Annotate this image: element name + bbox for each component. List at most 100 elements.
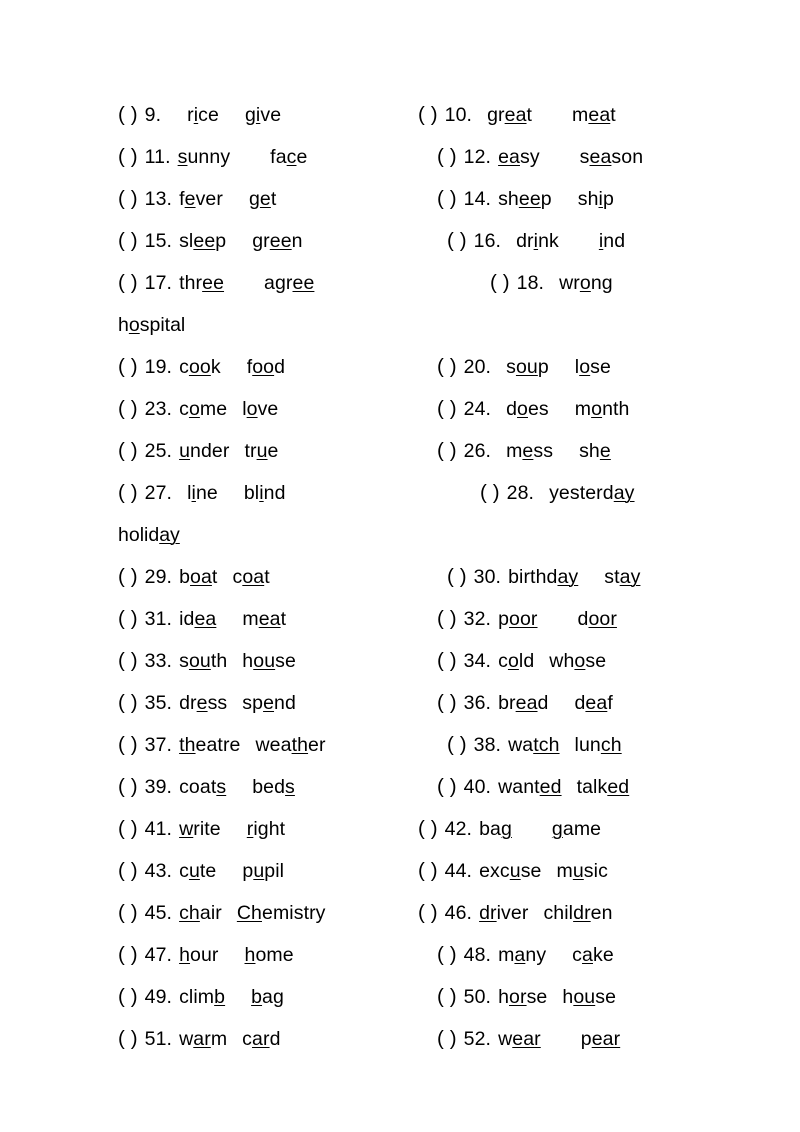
answer-blank[interactable]: ( ) xyxy=(418,892,438,934)
answer-blank[interactable]: ( ) xyxy=(437,136,457,178)
answer-blank[interactable]: ( ) xyxy=(437,640,457,682)
answer-blank[interactable]: ( ) xyxy=(118,934,138,976)
answer-blank[interactable]: ( ) xyxy=(118,262,138,304)
word-suffix: p xyxy=(537,356,549,378)
underlined-letters: ea xyxy=(504,104,527,126)
answer-blank[interactable]: ( ) xyxy=(118,850,138,892)
word-prefix: gr xyxy=(487,104,505,126)
question-number: 25. xyxy=(144,440,173,462)
word-suffix: ame xyxy=(562,818,602,840)
answer-blank[interactable]: ( ) xyxy=(437,682,457,724)
word-2: ship xyxy=(578,178,614,220)
underlined-letters: ar xyxy=(252,1028,270,1050)
word-suffix: er xyxy=(308,734,326,756)
word-2: cake xyxy=(572,934,614,976)
underlined-letters: g xyxy=(500,818,512,840)
answer-blank[interactable]: ( ) xyxy=(447,724,467,766)
underlined-letters: a xyxy=(514,944,526,966)
answer-blank[interactable]: ( ) xyxy=(118,724,138,766)
word-2: music xyxy=(556,850,607,892)
answer-blank[interactable]: ( ) xyxy=(418,850,438,892)
answer-blank[interactable]: ( ) xyxy=(118,976,138,1018)
answer-blank[interactable]: ( ) xyxy=(437,178,457,220)
question-item-15: ( ) 15. sleep green xyxy=(118,220,303,262)
answer-blank[interactable]: ( ) xyxy=(118,766,138,808)
word-prefix: m xyxy=(242,608,259,630)
question-row: ( ) 43. cute pupil( ) 44. excuse music xyxy=(0,850,800,892)
word-suffix: son xyxy=(611,146,644,168)
answer-blank[interactable]: ( ) xyxy=(118,136,138,178)
answer-blank[interactable]: ( ) xyxy=(118,178,138,220)
word-suffix: f xyxy=(607,692,613,714)
word-suffix: iver xyxy=(496,902,529,924)
answer-blank[interactable]: ( ) xyxy=(118,808,138,850)
answer-blank[interactable]: ( ) xyxy=(437,346,457,388)
answer-blank[interactable]: ( ) xyxy=(118,598,138,640)
answer-blank[interactable]: ( ) xyxy=(437,976,457,1018)
question-row: ( ) 9. rice give( ) 10. great meat xyxy=(0,94,800,136)
word-2: spend xyxy=(242,682,296,724)
answer-blank[interactable]: ( ) xyxy=(118,430,138,472)
question-item-27: ( ) 27. line blind xyxy=(118,472,286,514)
answer-blank[interactable]: ( ) xyxy=(118,892,138,934)
word-prefix: r xyxy=(187,104,194,126)
question-item-13: ( ) 13. fever get xyxy=(118,178,276,220)
word-1: line xyxy=(187,472,218,514)
answer-blank[interactable]: ( ) xyxy=(118,1018,138,1060)
answer-blank[interactable]: ( ) xyxy=(437,388,457,430)
answer-blank[interactable]: ( ) xyxy=(418,94,438,136)
underlined-letters: e xyxy=(196,692,208,714)
word-prefix: p xyxy=(580,1028,592,1050)
answer-blank[interactable]: ( ) xyxy=(118,220,138,262)
answer-blank[interactable]: ( ) xyxy=(118,472,138,514)
answer-blank[interactable]: ( ) xyxy=(447,556,467,598)
question-row-continuation: hospital xyxy=(0,304,800,346)
word-prefix: sh xyxy=(498,188,519,210)
question-item-31: ( ) 31. idea meat xyxy=(118,598,286,640)
word-2: ind xyxy=(599,220,625,262)
word-suffix: ke xyxy=(592,944,614,966)
question-number: 12. xyxy=(463,146,492,168)
underlined-letters: g xyxy=(551,818,563,840)
worksheet-page: ( ) 9. rice give( ) 10. great meat( ) 11. sunny f… xyxy=(0,0,800,1132)
answer-blank[interactable]: ( ) xyxy=(447,220,467,262)
answer-blank[interactable]: ( ) xyxy=(118,94,138,136)
answer-blank[interactable]: ( ) xyxy=(437,934,457,976)
underlined-letters: s xyxy=(285,776,295,798)
question-number: 52. xyxy=(463,1028,492,1050)
answer-blank[interactable]: ( ) xyxy=(118,682,138,724)
answer-blank[interactable]: ( ) xyxy=(437,1018,457,1060)
word-1: come xyxy=(179,388,227,430)
word-suffix: ce xyxy=(198,104,219,126)
answer-blank[interactable]: ( ) xyxy=(118,388,138,430)
answer-blank[interactable]: ( ) xyxy=(437,598,457,640)
answer-blank[interactable]: ( ) xyxy=(490,262,510,304)
answer-blank[interactable]: ( ) xyxy=(118,346,138,388)
question-item-10: ( ) 10. great meat xyxy=(418,94,616,136)
answer-blank[interactable]: ( ) xyxy=(118,640,138,682)
question-number: 35. xyxy=(144,692,173,714)
underlined-letters: s xyxy=(216,776,227,798)
word-1: watch xyxy=(508,724,559,766)
word-2: she xyxy=(579,430,611,472)
word-suffix: t xyxy=(610,104,616,126)
question-number: 9. xyxy=(144,104,162,126)
question-number: 47. xyxy=(144,944,173,966)
answer-blank[interactable]: ( ) xyxy=(437,766,457,808)
word-1: bag xyxy=(479,808,512,850)
word-prefix: wh xyxy=(549,650,575,672)
word-1: sleep xyxy=(179,220,226,262)
word-prefix: bed xyxy=(252,776,286,798)
answer-blank[interactable]: ( ) xyxy=(118,556,138,598)
question-item-42: ( ) 42. bag game xyxy=(418,808,601,850)
answer-blank[interactable]: ( ) xyxy=(418,808,438,850)
answer-blank[interactable]: ( ) xyxy=(480,472,500,514)
word-prefix: wea xyxy=(255,734,292,756)
word-2: children xyxy=(543,892,612,934)
question-number: 34. xyxy=(463,650,492,672)
question-item-28: ( ) 28. yesterday xyxy=(480,472,635,514)
word-suffix: nd xyxy=(603,230,626,252)
answer-blank[interactable]: ( ) xyxy=(437,430,457,472)
word-suffix: nd xyxy=(274,692,296,714)
word-prefix: exc xyxy=(479,860,510,882)
